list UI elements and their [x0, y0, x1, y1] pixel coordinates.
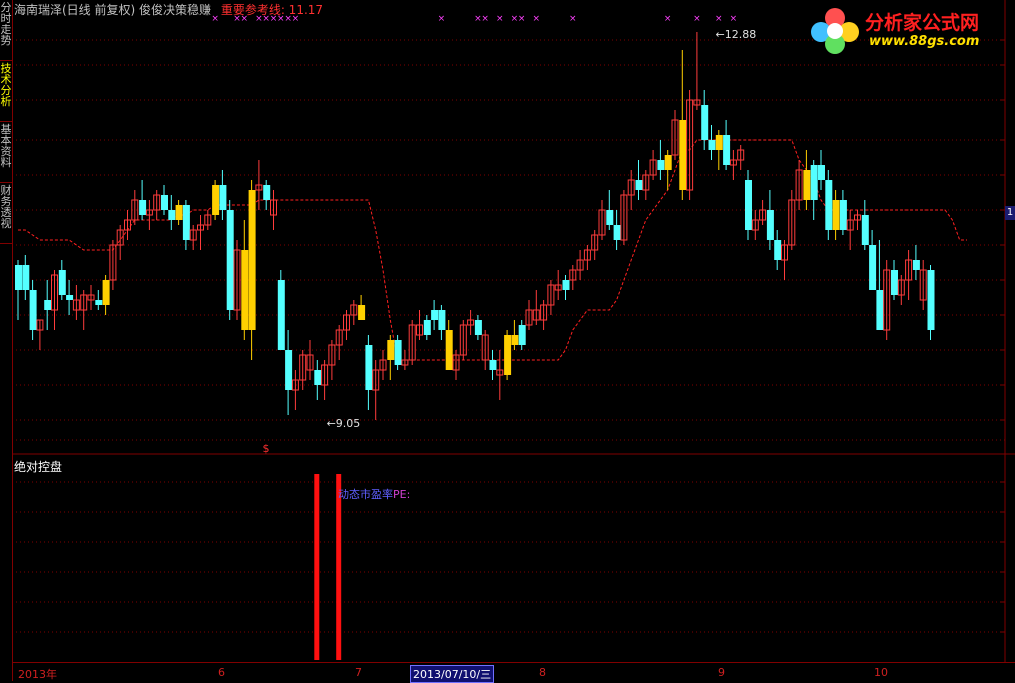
candle-body [15, 265, 22, 290]
candle-body [241, 250, 249, 330]
candle-body [839, 200, 847, 230]
candle-body [212, 185, 220, 215]
high-price-marker: ←12.88 [716, 28, 757, 41]
date-label-jul: 7 [355, 666, 362, 679]
signal-mark: × [438, 14, 446, 24]
signal-mark: × [481, 14, 489, 24]
candle-body [810, 165, 818, 200]
candle-body [219, 185, 227, 210]
candle-body [891, 270, 898, 295]
signal-mark: × [533, 14, 541, 24]
chart-header: 海南瑞泽(日线 前复权) 俊俊决策稳赚 重要参考线: 11.17 [14, 1, 323, 18]
candle-body [95, 300, 103, 305]
signal-mark: × [715, 14, 723, 24]
candle-body [511, 335, 519, 345]
candle-body [474, 320, 482, 335]
candle-body [635, 180, 643, 190]
candle-body [869, 245, 877, 290]
candle-body [277, 280, 285, 350]
candle-body [394, 340, 402, 365]
candle-body [445, 330, 453, 370]
candle-body [679, 120, 687, 190]
date-label-oct: 10 [874, 666, 888, 679]
candle-body [314, 370, 322, 385]
signal-mark: × [730, 14, 738, 24]
chart-canvas[interactable]: × × × × × × × × × × × × × × × × × × × × × ←12.88←9.05$ [0, 0, 1015, 681]
signal-mark: × [664, 14, 672, 24]
site-logo: 分析家公式网 www.88gs.com [807, 4, 1007, 56]
candles [15, 32, 935, 420]
candle-body [876, 290, 884, 330]
date-cursor-label: 2013/07/10/三 [410, 665, 495, 683]
candle-body [701, 105, 709, 140]
candle-body [664, 155, 672, 170]
signal-mark: × [518, 14, 526, 24]
candle-body [438, 310, 446, 330]
signal-mark: × [693, 14, 701, 24]
candle-body [102, 280, 110, 305]
sub-panel-label: 动态市盈率PE: [338, 486, 410, 502]
candle-body [723, 135, 731, 165]
date-label-sep: 9 [718, 666, 725, 679]
candle-body [66, 295, 74, 300]
date-axis: 2013年 6 7 8 9 10 2013/07/10/三 [12, 662, 1015, 683]
candle-body [431, 310, 439, 320]
candle-body [387, 340, 395, 360]
candle-body [504, 335, 512, 375]
signal-mark: × [569, 14, 577, 24]
candle-body [745, 180, 752, 230]
date-label-year: 2013年 [18, 668, 57, 681]
candle-body [365, 345, 373, 390]
candle-body [168, 210, 176, 220]
sub-panel-title: 绝对控盘 [14, 460, 63, 474]
date-label-jun: 6 [218, 666, 225, 679]
dollar-marker: $ [263, 442, 270, 455]
candle-body [803, 170, 811, 200]
candle-body [912, 260, 920, 270]
candle-body [423, 320, 431, 335]
candle-body [161, 195, 168, 210]
candle-body [832, 200, 840, 230]
candle-body [861, 215, 869, 245]
grid-lines [12, 0, 1015, 662]
logo-url: www.88gs.com [869, 34, 980, 49]
candle-body [44, 300, 52, 310]
candle-body [22, 265, 30, 290]
candle-body [715, 135, 723, 150]
candle-body [226, 210, 234, 310]
candle-body [29, 290, 37, 330]
candle-body [248, 190, 256, 330]
candle-body [708, 140, 716, 150]
flower-logo-icon [811, 8, 859, 54]
candle-body [818, 165, 825, 180]
pe-label: PE: [393, 488, 411, 501]
candle-body [825, 180, 833, 230]
candle-body [182, 205, 190, 240]
candle-body [358, 305, 366, 320]
candle-body [774, 240, 782, 260]
date-label-aug: 8 [539, 666, 546, 679]
candle-body [263, 185, 271, 200]
candle-body [518, 325, 526, 345]
low-price-marker: ←9.05 [327, 417, 361, 430]
candle-body [175, 205, 183, 220]
candle-body [927, 270, 935, 330]
candle-body [58, 270, 66, 295]
signal-mark: × [496, 14, 504, 24]
candle-body [766, 210, 774, 240]
candle-body [562, 280, 570, 290]
chart-title: 海南瑞泽(日线 前复权) 俊俊决策稳赚 [14, 3, 211, 17]
candle-body [657, 160, 665, 170]
pe-label-text: 动态市盈率 [338, 488, 393, 501]
sub-panel-bar [314, 474, 320, 660]
price-axis-tag: 1 [1005, 206, 1015, 220]
reference-line-label: 重要参考线: 11.17 [220, 3, 324, 17]
candle-body [285, 350, 293, 390]
candle-body [613, 225, 621, 240]
candle-body [139, 200, 147, 215]
logo-brand: 分析家公式网 [865, 12, 980, 34]
candle-body [489, 360, 497, 370]
candle-body [606, 210, 614, 225]
